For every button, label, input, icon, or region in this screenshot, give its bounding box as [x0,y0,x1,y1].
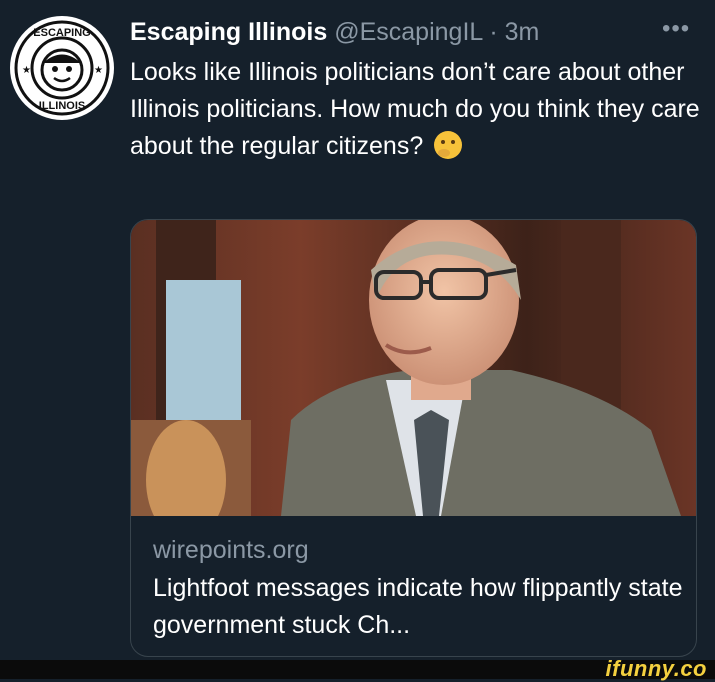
card-image[interactable] [131,220,696,516]
card-domain[interactable]: wirepoints.org [153,534,309,566]
svg-text:ILLINOIS: ILLINOIS [39,100,85,112]
watermark: ifunny.co [605,656,707,681]
more-options-icon[interactable]: ••• [662,14,690,44]
separator: · [489,18,498,46]
tweet[interactable]: ESCAPING ILLINOIS ★ ★ Escaping Illinois … [0,0,715,660]
svg-text:ESCAPING: ESCAPING [33,27,90,39]
card-title[interactable]: Lightfoot messages indicate how flippant… [153,570,683,644]
svg-text:★: ★ [22,65,31,76]
tweet-body: Looks like Illinois politicians don’t ca… [130,58,700,160]
escaping-illinois-logo: ESCAPING ILLINOIS ★ ★ [12,18,112,118]
tweet-header: Escaping Illinois @EscapingIL · 3m [130,14,539,50]
thinking-face-emoji-icon [434,131,463,159]
tweet-text: Looks like Illinois politicians don’t ca… [130,54,700,165]
politician-photo [131,220,696,516]
svg-text:★: ★ [94,65,103,76]
timestamp[interactable]: 3m [505,18,540,46]
author-handle[interactable]: @EscapingIL [334,18,482,46]
author-name[interactable]: Escaping Illinois [130,18,327,46]
watermark-bar: ifunny.co [0,656,715,681]
avatar[interactable]: ESCAPING ILLINOIS ★ ★ [10,16,114,120]
link-card[interactable]: wirepoints.org Lightfoot messages indica… [130,219,697,657]
